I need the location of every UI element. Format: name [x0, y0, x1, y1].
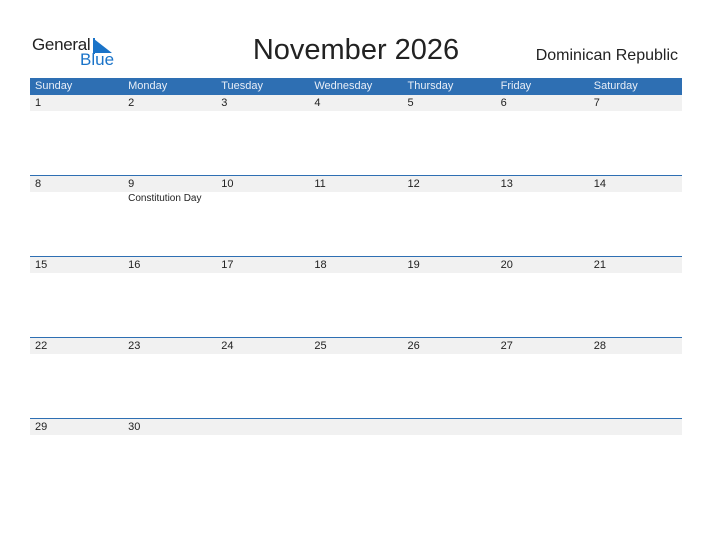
day-number: 14 [593, 178, 606, 190]
week-row: 22 23 24 25 26 27 28 [30, 337, 682, 418]
day-number: 7 [593, 97, 600, 109]
day-number: 24 [221, 340, 234, 352]
day-number: 6 [500, 97, 507, 109]
day-number: 30 [128, 421, 141, 433]
day-number [403, 419, 496, 435]
day-number: 9 [128, 178, 135, 190]
day-number: 3 [221, 97, 228, 109]
day-number: 21 [593, 259, 606, 271]
day-number [216, 419, 309, 435]
holiday-label [403, 192, 496, 206]
day-number-row: 8 9 10 11 12 13 14 [30, 176, 682, 192]
day-number: 4 [314, 97, 321, 109]
holiday-label [216, 192, 309, 206]
weekday-sunday: Sunday [35, 80, 73, 92]
day-number: 11 [314, 178, 326, 190]
day-number-row: 1 2 3 4 5 6 7 [30, 95, 682, 111]
day-number [589, 419, 682, 435]
week-row: 1 2 3 4 5 6 7 [30, 95, 682, 175]
weekday-header: Sunday Monday Tuesday Wednesday Thursday… [30, 78, 682, 95]
day-number: 15 [35, 259, 48, 271]
weekday-monday: Monday [128, 80, 168, 92]
day-number-row: 29 30 [30, 419, 682, 435]
day-number [496, 419, 589, 435]
day-number: 27 [500, 340, 513, 352]
week-row: 15 16 17 18 19 20 21 [30, 256, 682, 337]
day-number-row: 15 16 17 18 19 20 21 [30, 257, 682, 273]
holiday-label [309, 192, 402, 206]
day-number: 18 [314, 259, 327, 271]
day-number: 12 [407, 178, 420, 190]
weekday-tuesday: Tuesday [221, 80, 264, 92]
day-number: 26 [407, 340, 420, 352]
day-number [309, 419, 402, 435]
day-number: 28 [593, 340, 606, 352]
weekday-saturday: Saturday [593, 80, 638, 92]
day-number: 19 [407, 259, 420, 271]
day-number: 5 [407, 97, 414, 109]
week-row: 8 9 10 11 12 13 14 Constitution Day [30, 175, 682, 256]
day-number: 17 [221, 259, 234, 271]
day-number: 25 [314, 340, 327, 352]
day-number: 10 [221, 178, 234, 190]
holiday-label [589, 192, 682, 206]
holiday-label [30, 192, 123, 206]
day-number: 1 [35, 97, 42, 109]
day-number: 20 [500, 259, 513, 271]
day-number: 22 [35, 340, 48, 352]
day-number: 13 [500, 178, 513, 190]
day-number: 16 [128, 259, 141, 271]
calendar-grid: Sunday Monday Tuesday Wednesday Thursday… [30, 78, 682, 499]
day-number: 29 [35, 421, 48, 433]
weekday-wednesday: Wednesday [314, 80, 373, 92]
day-number: 2 [128, 97, 135, 109]
country-name: Dominican Republic [535, 47, 678, 64]
week-row: 29 30 [30, 418, 682, 499]
day-number: 8 [35, 178, 42, 190]
weekday-friday: Friday [500, 80, 532, 92]
holiday-label: Constitution Day [128, 193, 202, 204]
day-number: 23 [128, 340, 141, 352]
day-number-row: 22 23 24 25 26 27 28 [30, 338, 682, 354]
events-row: Constitution Day [30, 192, 682, 206]
weekday-thursday: Thursday [407, 80, 454, 92]
holiday-label [496, 192, 589, 206]
